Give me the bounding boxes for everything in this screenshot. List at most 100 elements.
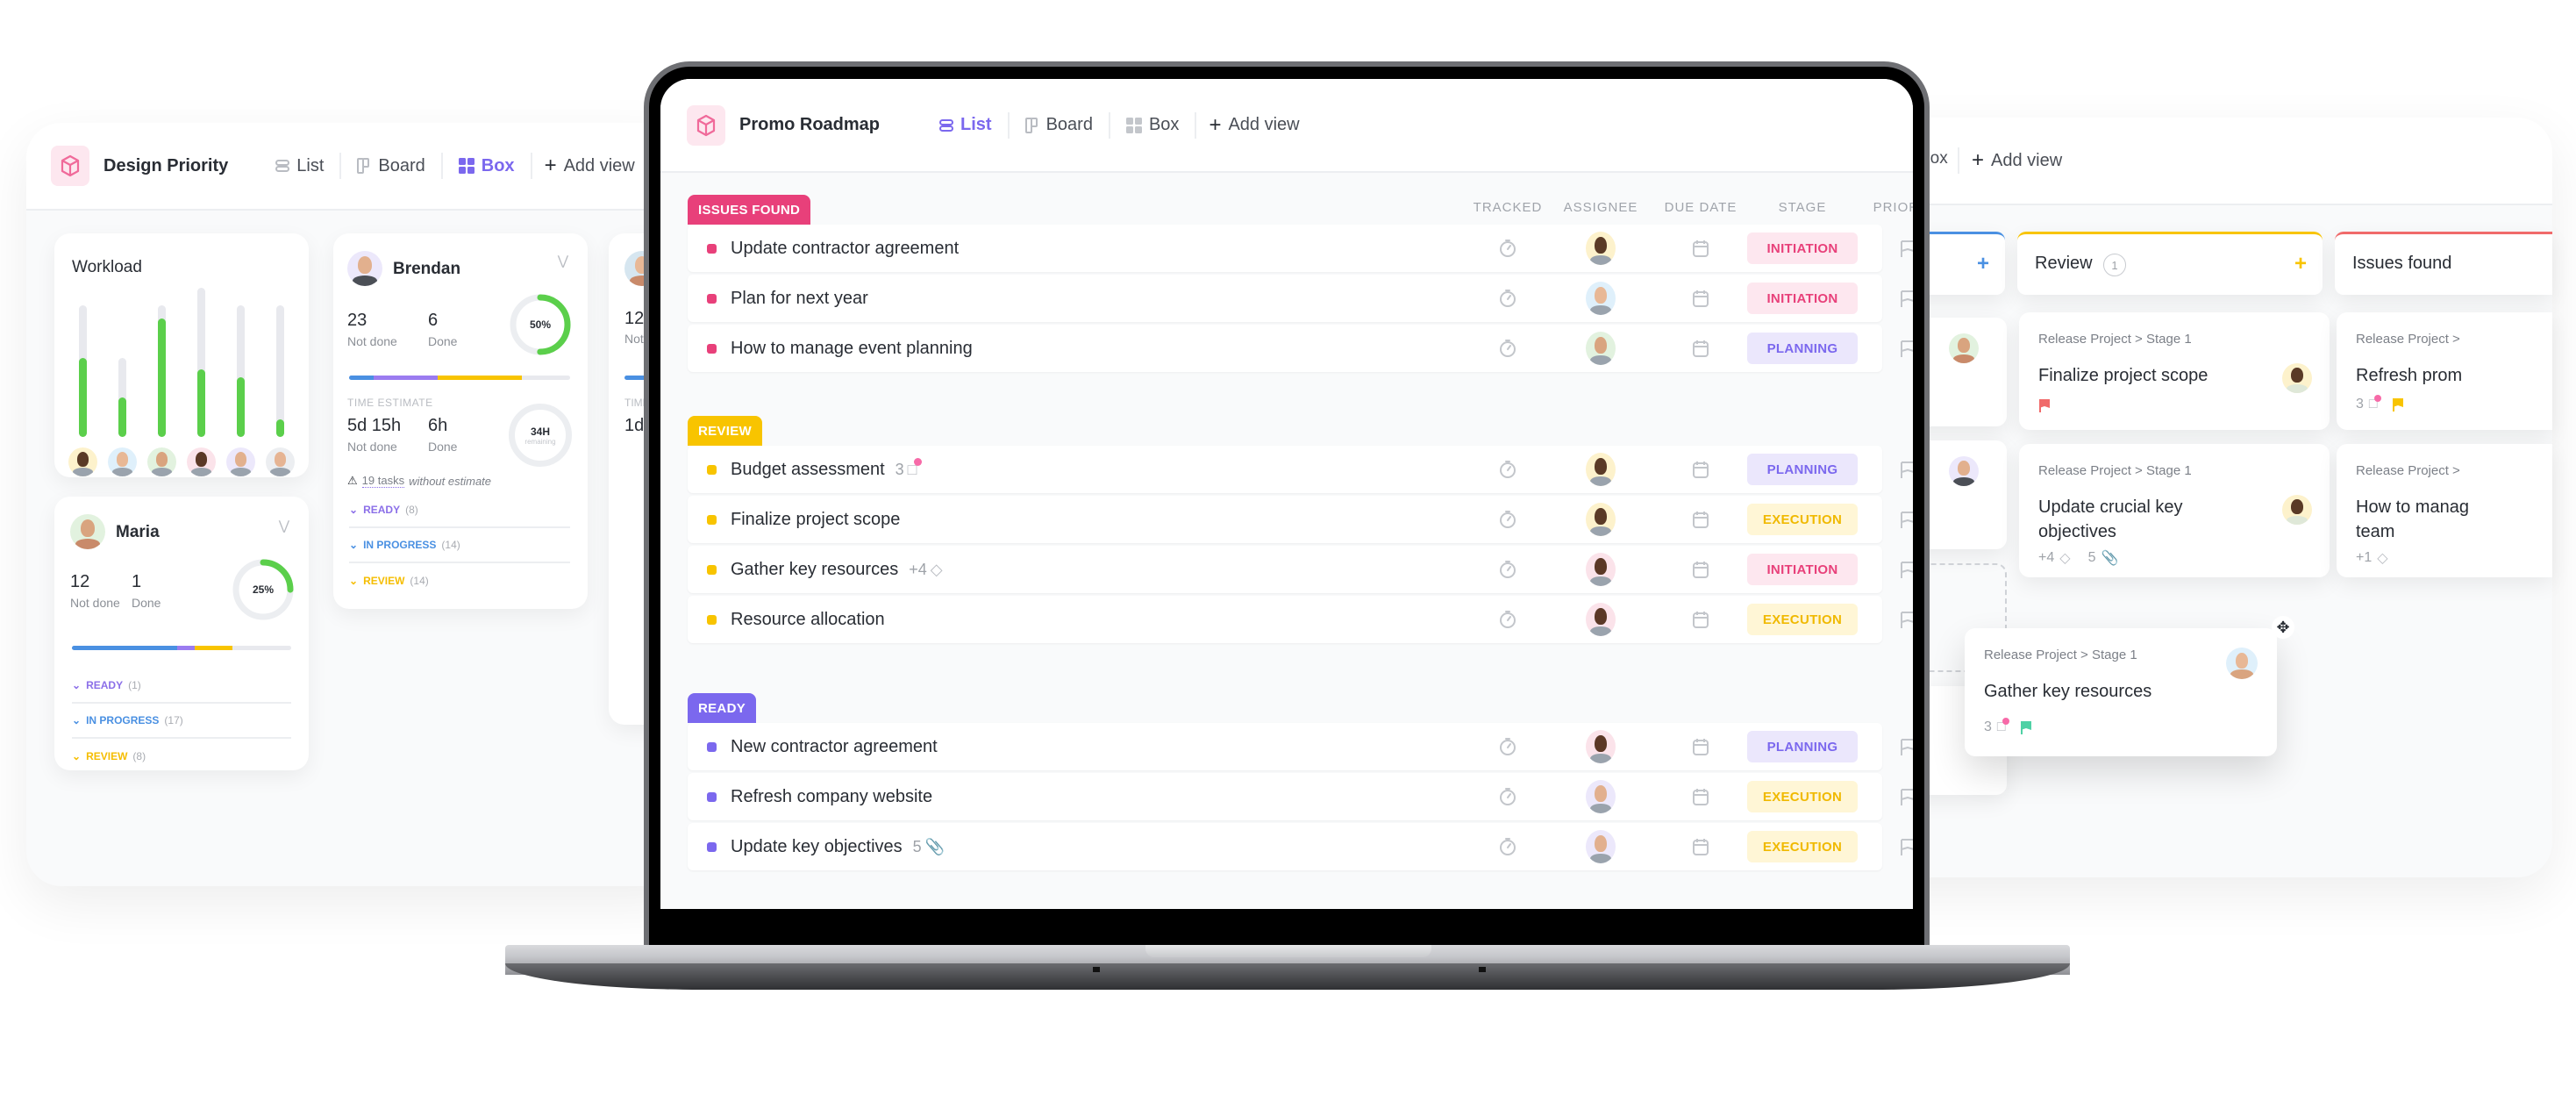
- assignee-cell[interactable]: [1583, 275, 1618, 322]
- task-card[interactable]: Release Project > Refresh prom 3 □: [2337, 312, 2552, 430]
- column-header-priority[interactable]: PRIORITY: [1846, 200, 1913, 215]
- tracked-cell[interactable]: [1490, 596, 1525, 643]
- priority-cell[interactable]: [1890, 275, 1913, 322]
- due-date-cell[interactable]: [1683, 596, 1718, 643]
- status-dot[interactable]: [707, 464, 717, 475]
- task-name[interactable]: Update contractor agreement: [731, 239, 959, 259]
- section-in-progress[interactable]: ⌄ IN PROGRESS (17): [72, 704, 291, 739]
- add-task-icon[interactable]: +: [1977, 252, 1989, 276]
- group-label[interactable]: REVIEW: [688, 416, 762, 446]
- collapse-icon[interactable]: ⋁: [279, 518, 289, 533]
- stage-badge[interactable]: PLANNING: [1747, 731, 1858, 762]
- workload-avatar[interactable]: [226, 447, 255, 476]
- assignee-cell[interactable]: [1583, 773, 1618, 820]
- priority-cell[interactable]: [1890, 773, 1913, 820]
- priority-cell[interactable]: [1890, 225, 1913, 272]
- stage-badge[interactable]: PLANNING: [1747, 333, 1858, 364]
- status-dot[interactable]: [707, 614, 717, 625]
- tracked-cell[interactable]: [1490, 773, 1525, 820]
- assignee-cell[interactable]: [1583, 596, 1618, 643]
- task-card[interactable]: Release Project > Stage 1 Update crucial…: [2019, 444, 2330, 577]
- task-row[interactable]: New contractor agreement PLANNING: [688, 723, 1913, 770]
- task-name[interactable]: Gather key resources: [731, 560, 898, 580]
- view-tab-list[interactable]: List: [260, 153, 339, 179]
- section-review[interactable]: ⌄ REVIEW (8): [72, 739, 291, 774]
- task-row[interactable]: How to manage event planning PLANNING: [688, 325, 1913, 372]
- due-date-cell[interactable]: [1683, 275, 1718, 322]
- assignee-cell[interactable]: [1583, 225, 1618, 272]
- tracked-cell[interactable]: [1490, 723, 1525, 770]
- stage-badge[interactable]: INITIATION: [1747, 283, 1858, 314]
- view-tab-box[interactable]: Box: [1108, 111, 1195, 139]
- task-name[interactable]: Refresh company website: [731, 787, 932, 807]
- task-name[interactable]: Resource allocation: [731, 610, 885, 630]
- priority-cell[interactable]: [1890, 823, 1913, 870]
- stage-cell[interactable]: INITIATION: [1747, 275, 1858, 322]
- workload-avatar[interactable]: [68, 447, 97, 476]
- section-in-progress[interactable]: ⌄ IN PROGRESS (14): [349, 528, 570, 563]
- due-date-cell[interactable]: [1683, 325, 1718, 372]
- priority-cell[interactable]: [1890, 723, 1913, 770]
- stage-badge[interactable]: PLANNING: [1747, 454, 1858, 485]
- tracked-cell[interactable]: [1490, 446, 1525, 493]
- due-date-cell[interactable]: [1683, 225, 1718, 272]
- assignee-cell[interactable]: [1583, 723, 1618, 770]
- assignee-cell[interactable]: [1583, 496, 1618, 543]
- status-dot[interactable]: [707, 343, 717, 354]
- status-dot[interactable]: [707, 841, 717, 852]
- due-date-cell[interactable]: [1683, 823, 1718, 870]
- tracked-cell[interactable]: [1490, 225, 1525, 272]
- due-date-cell[interactable]: [1683, 773, 1718, 820]
- assignee-cell[interactable]: [1583, 823, 1618, 870]
- stage-cell[interactable]: EXECUTION: [1747, 496, 1858, 543]
- stage-cell[interactable]: PLANNING: [1747, 325, 1858, 372]
- status-dot[interactable]: [707, 514, 717, 525]
- task-name[interactable]: Plan for next year: [731, 289, 868, 309]
- status-dot[interactable]: [707, 564, 717, 575]
- workload-avatar[interactable]: [187, 447, 216, 476]
- tracked-cell[interactable]: [1490, 325, 1525, 372]
- add-view-button[interactable]: + Add view: [530, 153, 647, 179]
- stage-cell[interactable]: PLANNING: [1747, 446, 1858, 493]
- task-row[interactable]: Plan for next year INITIATION: [688, 275, 1913, 322]
- task-name[interactable]: Update key objectives: [731, 837, 903, 857]
- stage-badge[interactable]: EXECUTION: [1747, 831, 1858, 862]
- task-row[interactable]: Budget assessment 3 □ PLANNING: [688, 446, 1913, 493]
- collapse-icon[interactable]: ⋁: [558, 253, 568, 268]
- task-row[interactable]: Update key objectives 5 📎 EXECUTION: [688, 823, 1913, 870]
- task-row[interactable]: Gather key resources +4 ◇ INITIATION: [688, 546, 1913, 593]
- section-ready[interactable]: ⌄ READY (8): [349, 493, 570, 528]
- column-header-stage[interactable]: STAGE: [1741, 200, 1864, 215]
- assignee-cell[interactable]: [1583, 546, 1618, 593]
- task-name[interactable]: Budget assessment: [731, 460, 885, 480]
- due-date-cell[interactable]: [1683, 446, 1718, 493]
- task-row[interactable]: Update contractor agreement INITIATION: [688, 225, 1913, 272]
- workload-avatar[interactable]: [266, 447, 295, 476]
- view-tab-list[interactable]: List: [924, 112, 1008, 139]
- due-date-cell[interactable]: [1683, 546, 1718, 593]
- task-row[interactable]: Refresh company website EXECUTION: [688, 773, 1913, 820]
- tracked-cell[interactable]: [1490, 823, 1525, 870]
- add-task-icon[interactable]: +: [2294, 252, 2307, 276]
- stage-cell[interactable]: INITIATION: [1747, 546, 1858, 593]
- task-row[interactable]: Finalize project scope EXECUTION: [688, 496, 1913, 543]
- stage-badge[interactable]: EXECUTION: [1747, 604, 1858, 635]
- task-card[interactable]: Release Project > Stage 1 Finalize proje…: [2019, 312, 2330, 430]
- group-label[interactable]: READY: [688, 693, 757, 723]
- tracked-cell[interactable]: [1490, 496, 1525, 543]
- status-dot[interactable]: [707, 741, 717, 752]
- workload-avatar[interactable]: [147, 447, 176, 476]
- tracked-cell[interactable]: [1490, 275, 1525, 322]
- stage-cell[interactable]: INITIATION: [1747, 225, 1858, 272]
- tasks-without-estimate-link[interactable]: 19 tasks: [361, 474, 405, 488]
- section-ready[interactable]: ⌄ READY (1): [72, 669, 291, 704]
- priority-cell[interactable]: [1890, 596, 1913, 643]
- status-dot[interactable]: [707, 243, 717, 254]
- stage-cell[interactable]: EXECUTION: [1747, 596, 1858, 643]
- due-date-cell[interactable]: [1683, 496, 1718, 543]
- due-date-cell[interactable]: [1683, 723, 1718, 770]
- stage-badge[interactable]: EXECUTION: [1747, 781, 1858, 812]
- stage-badge[interactable]: INITIATION: [1747, 554, 1858, 585]
- priority-cell[interactable]: [1890, 446, 1913, 493]
- priority-cell[interactable]: [1890, 546, 1913, 593]
